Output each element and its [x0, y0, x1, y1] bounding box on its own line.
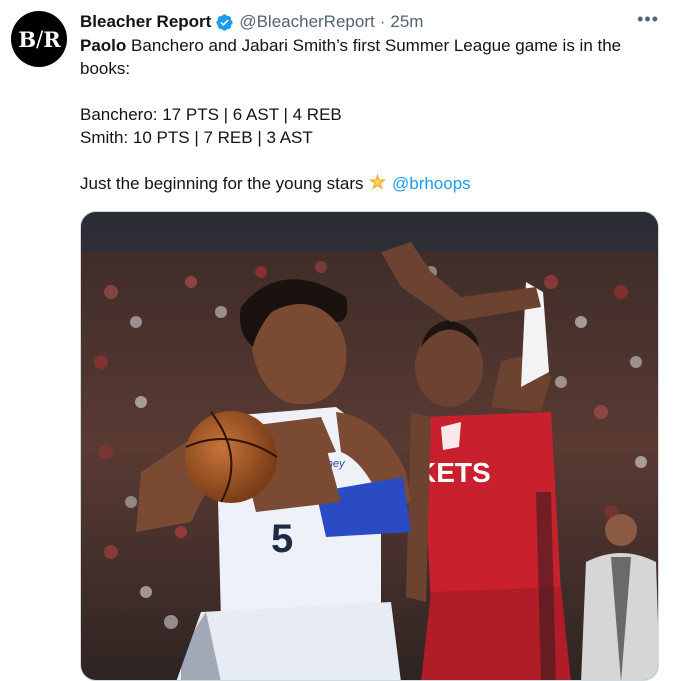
tweet-bold-name: Paolo	[80, 36, 127, 55]
author-avatar[interactable]: B / R	[11, 11, 67, 67]
verified-badge-icon	[216, 13, 233, 31]
avatar-slash: /	[36, 27, 43, 51]
basketball-photo: KETS 5 Disney	[81, 212, 658, 680]
tweet-line-1-rest: Banchero and Jabari Smith’s first Summer…	[80, 36, 622, 78]
jersey-number: 5	[271, 517, 293, 561]
tweet-header: Bleacher Report @BleacherReport · 25m	[80, 10, 661, 34]
basketball	[185, 411, 278, 503]
glowing-star-emoji-icon	[369, 173, 387, 190]
tweet-stat-line-smith: Smith: 10 PTS | 7 REB | 3 AST	[80, 128, 313, 147]
avatar-letter-r: R	[43, 26, 60, 52]
tweet-closing-line: Just the beginning for the young stars @…	[80, 172, 640, 195]
tweet-photo[interactable]: KETS 5 Disney	[80, 211, 659, 681]
tweet-closing-text: Just the beginning for the young stars	[80, 174, 369, 193]
tweet-line-1: Paolo Banchero and Jabari Smith’s first …	[80, 34, 640, 80]
avatar-letter-b: B	[18, 26, 36, 52]
more-options-icon[interactable]: •••	[637, 10, 659, 28]
author-name[interactable]: Bleacher Report	[80, 12, 211, 32]
header-separator: ·	[379, 12, 386, 31]
author-handle[interactable]: @BleacherReport	[239, 12, 374, 32]
tweet-timestamp[interactable]: 25m	[390, 12, 423, 32]
mention-link[interactable]: @brhoops	[392, 174, 471, 193]
tweet-body: Paolo Banchero and Jabari Smith’s first …	[80, 34, 640, 195]
tweet-stat-line-banchero: Banchero: 17 PTS | 6 AST | 4 REB	[80, 105, 342, 124]
